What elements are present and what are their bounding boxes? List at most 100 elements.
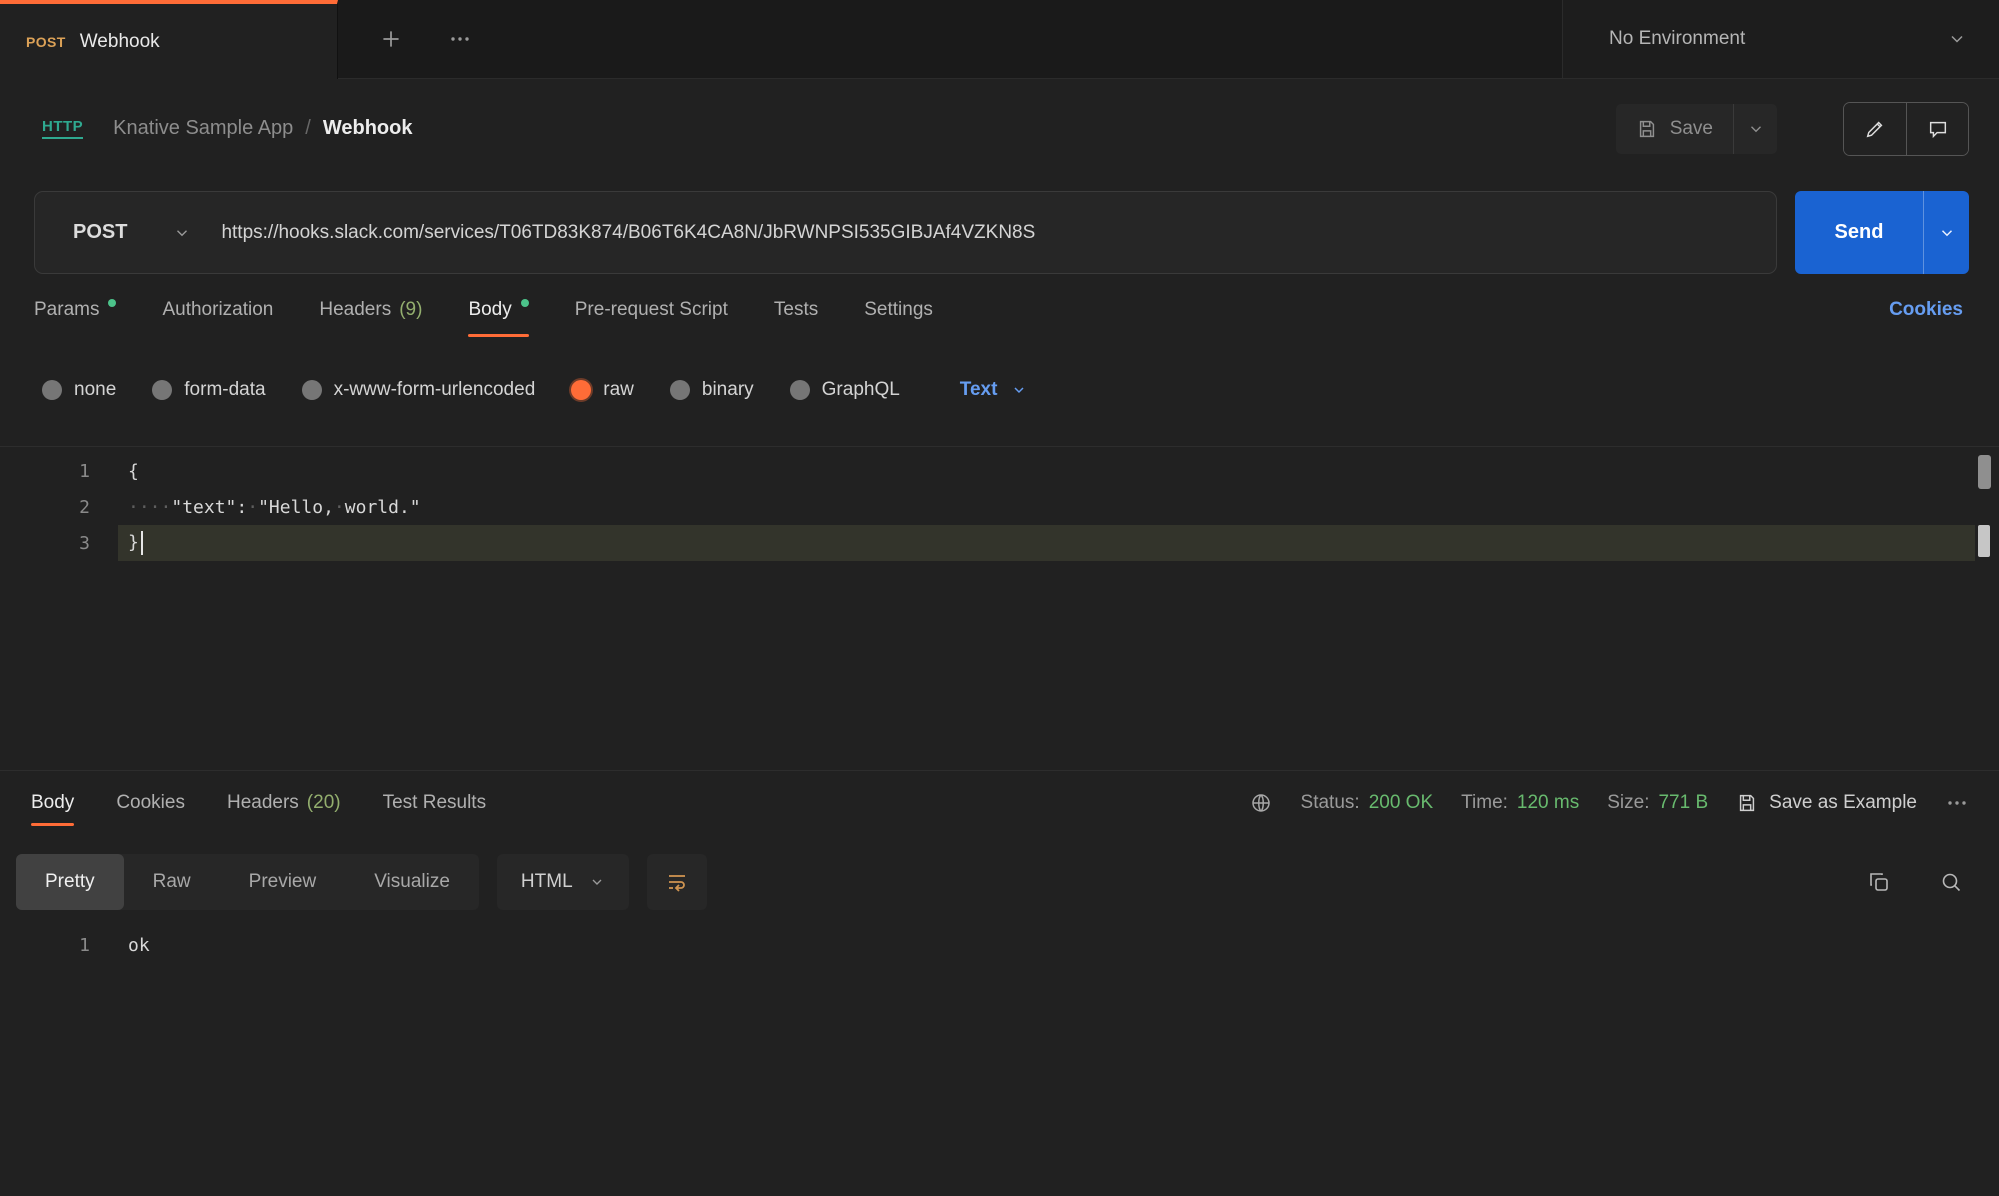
line-number: 2 [0,497,90,518]
response-tab-headers[interactable]: Headers (20) [227,771,341,835]
save-button[interactable]: Save [1616,104,1733,154]
editor-line-3-active[interactable]: 3 } [0,525,1999,561]
body-type-graphql[interactable]: GraphQL [790,379,900,401]
http-method-icon: HTTP [42,118,83,139]
radio-icon [790,380,810,400]
copy-response-icon[interactable] [1867,870,1891,894]
response-tab-cookies[interactable]: Cookies [116,771,185,835]
tab-options-icon[interactable] [448,27,472,51]
body-type-urlencoded-label: x-www-form-urlencoded [334,379,536,401]
save-options-button[interactable] [1733,104,1777,154]
view-pretty[interactable]: Pretty [16,854,124,910]
new-tab-button[interactable] [378,26,404,52]
save-as-example-button[interactable]: Save as Example [1736,792,1917,814]
send-button-group: Send [1795,191,1969,274]
params-indicator-dot [108,299,116,307]
chevron-down-icon [1011,382,1027,398]
breadcrumb-collection[interactable]: Knative Sample App [113,117,293,140]
status-value: 200 OK [1369,792,1433,814]
view-visualize[interactable]: Visualize [345,854,479,910]
chevron-down-icon [1947,29,1967,49]
cookies-link[interactable]: Cookies [1889,299,1963,321]
tab-headers[interactable]: Headers (9) [319,274,422,346]
environment-label: No Environment [1609,28,1745,50]
save-button-group: Save [1616,104,1777,154]
tab-settings[interactable]: Settings [864,274,933,346]
radio-selected-icon [571,380,591,400]
response-line-number: 1 [0,935,90,956]
breadcrumb: Knative Sample App / Webhook [113,117,412,140]
send-options-button[interactable] [1923,191,1969,274]
body-type-binary[interactable]: binary [670,379,754,401]
editor-line-2[interactable]: 2 ····"text":·"Hello,·world." [0,489,1999,525]
chevron-down-icon [173,224,191,242]
edit-request-button[interactable] [1844,103,1906,155]
url-container: POST https://hooks.slack.com/services/T0… [34,191,1777,274]
view-raw[interactable]: Raw [124,854,220,910]
body-type-binary-label: binary [702,379,754,401]
response-tab-test-results-label: Test Results [383,792,486,814]
size-value: 771 B [1658,792,1708,814]
tab-tests[interactable]: Tests [774,274,818,346]
method-dropdown[interactable]: POST [35,221,221,244]
response-format-dropdown[interactable]: HTML [497,854,629,910]
request-tab[interactable]: POST Webhook [0,0,338,79]
body-type-form-data[interactable]: form-data [152,379,265,401]
wrap-lines-button[interactable] [647,854,707,910]
size-label: Size: [1607,792,1649,814]
pencil-icon [1864,118,1886,140]
response-tab-test-results[interactable]: Test Results [383,771,486,835]
line-number: 3 [0,533,90,554]
response-tab-cookies-label: Cookies [116,792,185,814]
body-type-none-label: none [74,379,116,401]
radio-icon [302,380,322,400]
body-type-raw[interactable]: raw [571,379,634,401]
body-indicator-dot [521,299,529,307]
response-section: Body Cookies Headers (20) Test Results S… [0,770,1999,963]
response-options-icon[interactable] [1945,791,1969,815]
send-button[interactable]: Send [1795,191,1923,274]
scrollbar-cursor-mark [1978,525,1990,557]
code-text: { [128,461,139,482]
tab-headers-label: Headers [319,299,391,321]
time-label: Time: [1461,792,1508,814]
environment-selector[interactable]: No Environment [1562,0,1999,79]
comments-button[interactable] [1906,103,1968,155]
response-size: Size: 771 B [1607,792,1708,814]
network-icon[interactable] [1249,791,1273,815]
tab-title: Webhook [80,31,160,53]
tab-params-label: Params [34,299,99,321]
response-tab-headers-label: Headers [227,792,299,814]
tab-bar: POST Webhook No Environment [0,0,1999,79]
editor-scrollbar[interactable] [1977,455,1991,762]
raw-format-label: Text [960,379,998,401]
tab-pre-request-script[interactable]: Pre-request Script [575,274,728,346]
breadcrumb-request-name[interactable]: Webhook [323,117,413,140]
response-tab-body[interactable]: Body [31,771,74,835]
radio-icon [152,380,172,400]
response-status: Status: 200 OK [1301,792,1434,814]
view-preview[interactable]: Preview [220,854,346,910]
search-response-icon[interactable] [1939,870,1963,894]
tab-authorization-label: Authorization [162,299,273,321]
editor-line-1[interactable]: 1 { [0,453,1999,489]
response-body: 1 ok [0,927,1999,963]
tab-body[interactable]: Body [468,274,528,346]
tab-authorization[interactable]: Authorization [162,274,273,346]
radio-icon [670,380,690,400]
request-body-editor[interactable]: 1 { 2 ····"text":·"Hello,·world." 3 } [0,446,1999,770]
active-line-highlight [118,525,1975,561]
body-type-none[interactable]: none [42,379,116,401]
chevron-down-icon [1938,224,1956,242]
headers-count: (9) [399,299,422,321]
request-header: HTTP Knative Sample App / Webhook Save [0,79,1999,178]
tab-params[interactable]: Params [34,274,116,346]
response-toolbar: Pretty Raw Preview Visualize HTML [16,853,1963,911]
raw-format-dropdown[interactable]: Text [960,379,1028,401]
body-type-urlencoded[interactable]: x-www-form-urlencoded [302,379,536,401]
chevron-down-icon [1747,120,1765,138]
request-url-row: POST https://hooks.slack.com/services/T0… [34,191,1969,274]
url-input[interactable]: https://hooks.slack.com/services/T06TD83… [221,222,1035,244]
chevron-down-icon [589,874,605,890]
scrollbar-thumb[interactable] [1978,455,1991,489]
